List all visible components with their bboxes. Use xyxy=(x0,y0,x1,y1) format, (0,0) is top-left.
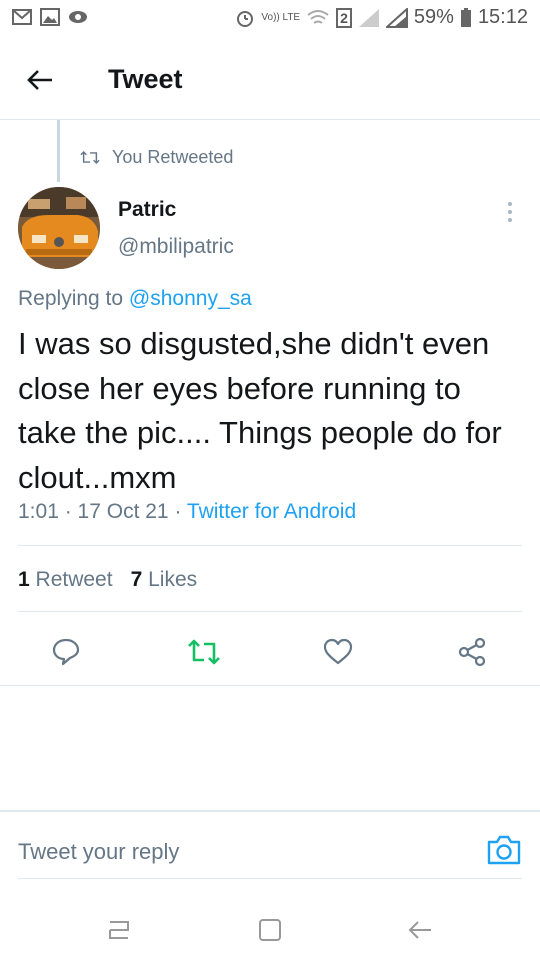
reply-button[interactable] xyxy=(48,634,84,670)
avatar-image xyxy=(18,187,100,269)
volte-indicator: Vo)) LTE xyxy=(261,11,301,23)
divider xyxy=(18,545,522,546)
divider xyxy=(18,611,522,612)
like-button[interactable] xyxy=(320,634,356,670)
tweet-time: 1:01 xyxy=(18,500,59,523)
gmail-icon xyxy=(12,9,32,25)
back-button[interactable] xyxy=(22,62,58,98)
retweet-count: 1 xyxy=(18,568,30,591)
battery-percent: 59% xyxy=(413,6,454,28)
like-stat-label: Likes xyxy=(148,568,198,591)
alarm-icon xyxy=(237,10,254,27)
wifi-icon xyxy=(307,9,329,24)
system-status-icons: Vo)) LTE 2 59% 15:12 xyxy=(235,6,528,29)
composer-underline xyxy=(18,878,522,879)
back-icon xyxy=(408,921,431,939)
retweet-stat-label: Retweet xyxy=(35,568,113,591)
arrow-left-icon xyxy=(27,70,52,90)
avatar[interactable] xyxy=(18,187,100,269)
tweet-text: I was so disgusted,she didn't even close… xyxy=(18,326,502,495)
more-vertical-icon-dot xyxy=(508,210,512,214)
author-name[interactable]: Patric xyxy=(118,198,176,222)
reply-input[interactable] xyxy=(18,836,458,868)
app-bar: Tweet xyxy=(0,38,540,120)
sim-badge: 2 xyxy=(336,7,352,28)
like-count: 7 xyxy=(130,568,143,591)
battery-icon xyxy=(460,7,471,27)
replying-prefix: Replying to xyxy=(18,287,124,310)
more-vertical-icon xyxy=(508,202,512,206)
heart-icon xyxy=(323,638,353,665)
tweet-source-link[interactable]: Twitter for Android xyxy=(187,500,356,523)
status-bar: Vo)) LTE 2 59% 15:12 xyxy=(0,0,540,38)
eye-icon xyxy=(69,11,87,23)
recent-apps-icon xyxy=(109,921,129,939)
retweet-icon xyxy=(188,639,220,665)
tweet-stats: 1 Retweet 7 Likes xyxy=(18,568,197,592)
reply-icon xyxy=(52,638,80,666)
signal-icon-2 xyxy=(385,7,408,28)
system-nav-bar xyxy=(0,900,540,960)
home-button[interactable] xyxy=(250,910,290,950)
like-stat[interactable]: 7 Likes xyxy=(131,568,198,592)
share-button[interactable] xyxy=(454,634,490,670)
system-back-button[interactable] xyxy=(400,910,440,950)
retweet-icon xyxy=(80,151,100,164)
camera-icon xyxy=(487,835,521,865)
retweet-context-label: You Retweeted xyxy=(112,147,234,167)
home-icon xyxy=(259,919,281,941)
replying-mention-link[interactable]: @shonny_sa xyxy=(129,287,252,310)
share-icon xyxy=(458,637,486,667)
signal-icon xyxy=(358,8,379,27)
clock: 15:12 xyxy=(477,6,528,28)
section-divider xyxy=(0,685,540,686)
tweet-meta: 1:01 · 17 Oct 21 · Twitter for Android xyxy=(18,500,356,524)
retweet-context: You Retweeted xyxy=(80,147,233,168)
more-options-button[interactable] xyxy=(500,200,520,224)
page-title: Tweet xyxy=(108,64,183,94)
tweet-date: 17 Oct 21 xyxy=(77,500,169,523)
composer-border xyxy=(0,810,540,812)
replying-to: Replying to @shonny_sa xyxy=(18,287,252,311)
tweet-actions xyxy=(0,628,540,676)
camera-button[interactable] xyxy=(486,834,522,868)
meta-separator: · xyxy=(174,500,187,523)
retweet-button[interactable] xyxy=(186,634,222,670)
meta-separator: · xyxy=(64,500,78,523)
thread-line xyxy=(57,120,60,182)
author-handle[interactable]: @mbilipatric xyxy=(118,235,234,259)
more-vertical-icon-dot xyxy=(508,218,512,222)
recent-apps-button[interactable] xyxy=(100,910,140,950)
notification-icons xyxy=(12,8,88,26)
gallery-icon xyxy=(40,8,60,26)
retweet-stat[interactable]: 1 Retweet xyxy=(18,568,113,592)
